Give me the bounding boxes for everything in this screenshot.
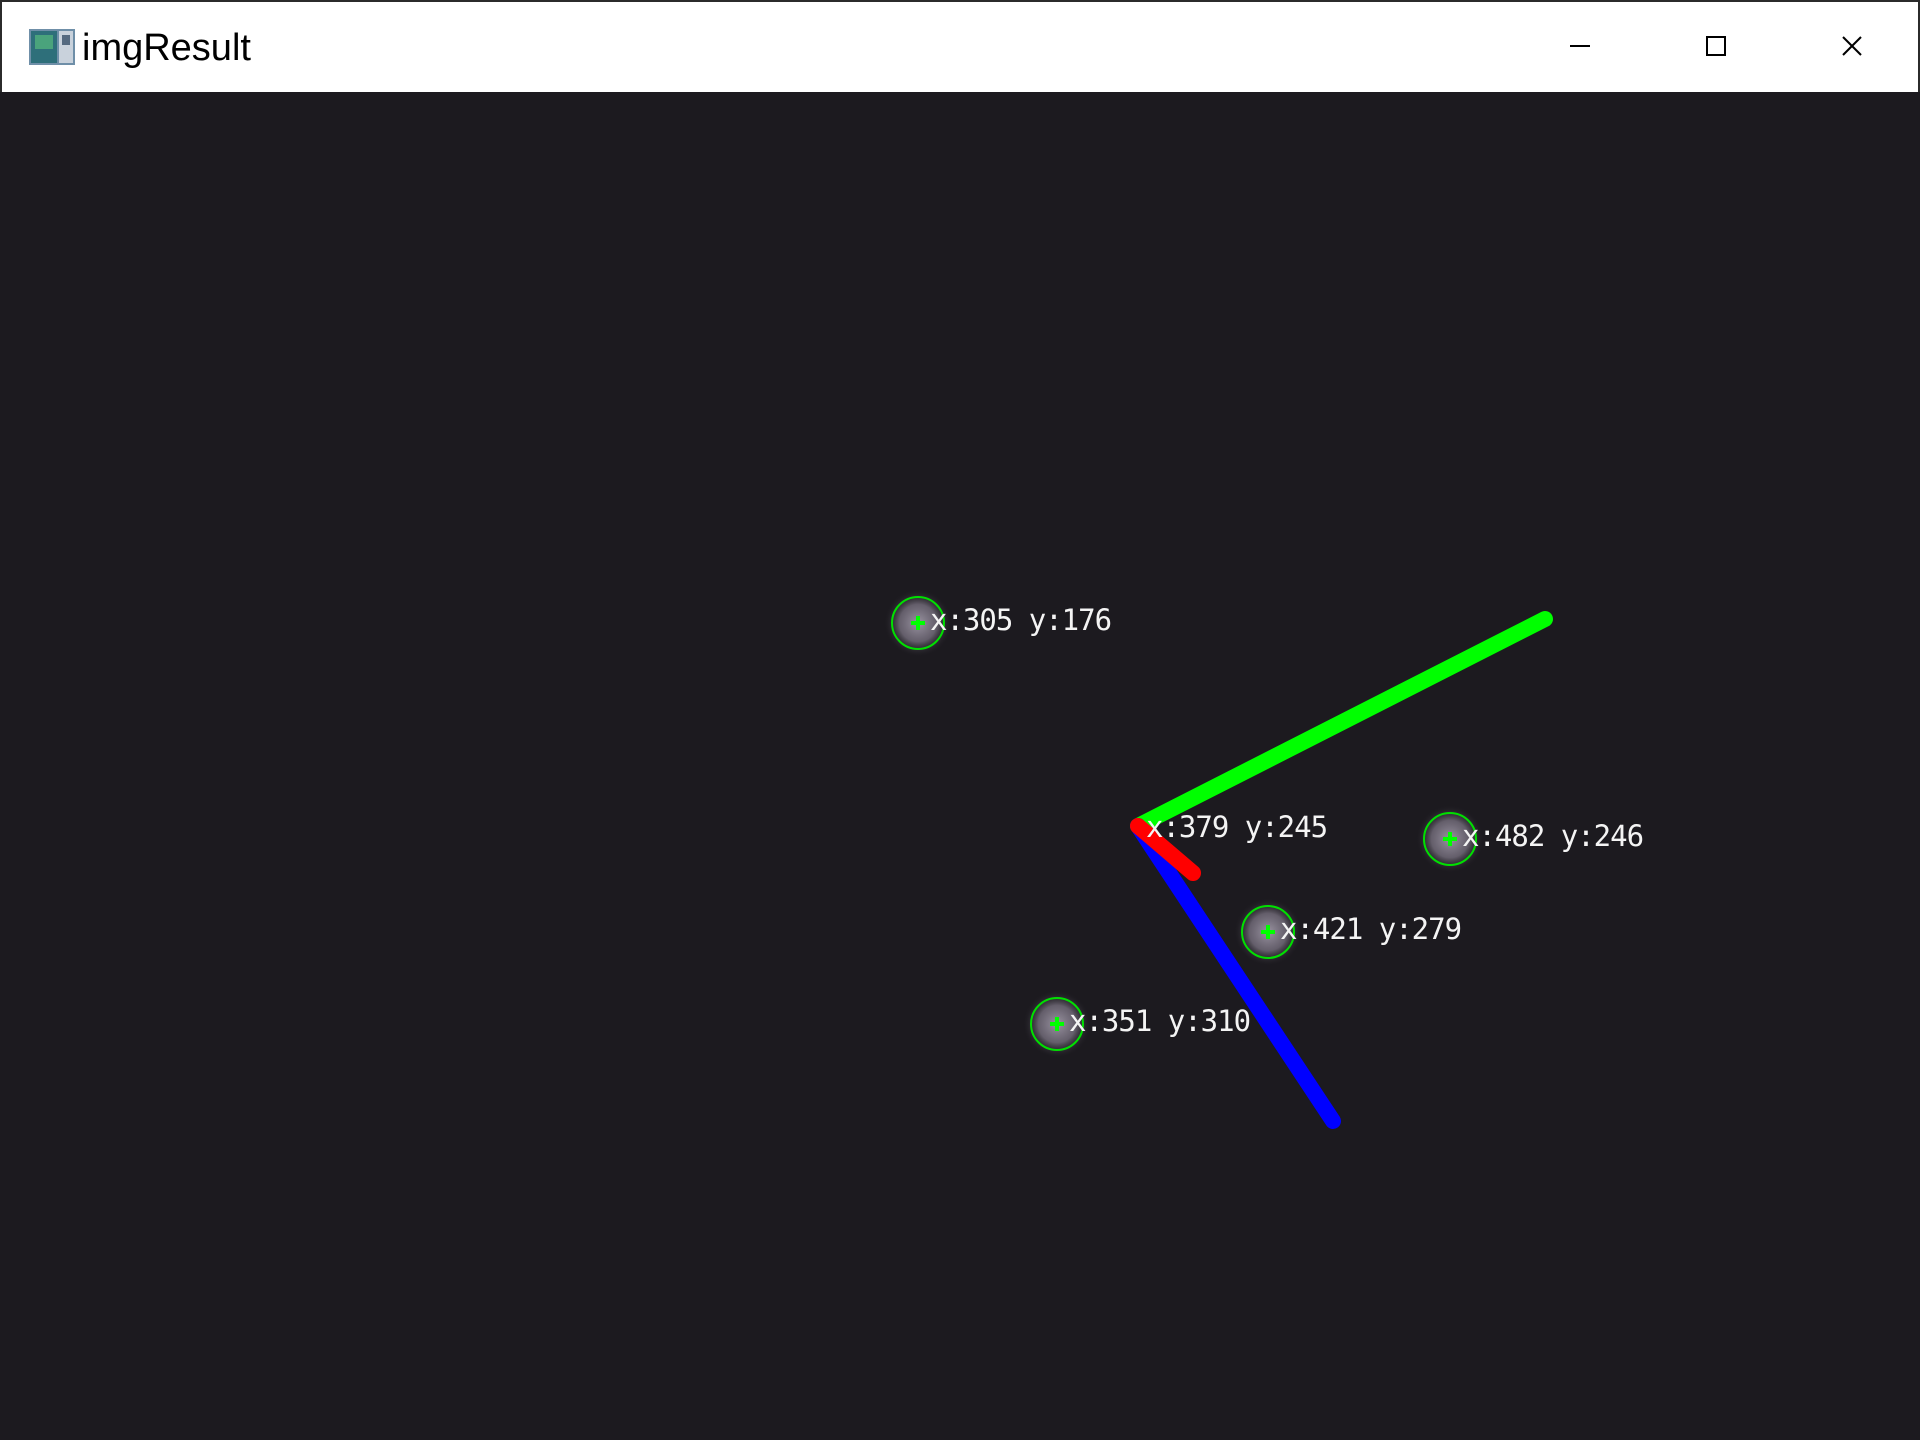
point-label: x:305 y:176 <box>930 603 1111 637</box>
z-axis-line <box>1130 818 1341 1129</box>
point-label: x:351 y:310 <box>1069 1004 1250 1038</box>
result-image-overlay: x:305 y:176 x:379 y:245 x:482 y:246 x:42… <box>884 589 1644 1129</box>
detected-point: x:305 y:176 <box>884 589 1112 657</box>
detected-point: x:482 y:246 <box>1416 805 1644 873</box>
window-title: imgResult <box>82 27 251 69</box>
detected-point: x:351 y:310 <box>1023 990 1251 1058</box>
detected-point: x:421 y:279 <box>1234 898 1462 966</box>
maximize-button[interactable] <box>1648 4 1784 92</box>
result-image-canvas: x:305 y:176 x:379 y:245 x:482 y:246 x:42… <box>0 92 1920 1440</box>
point-label: x:379 y:245 <box>1146 810 1327 844</box>
point-label: x:421 y:279 <box>1280 912 1461 946</box>
close-button[interactable] <box>1784 4 1920 92</box>
close-icon <box>1840 34 1864 62</box>
minimize-icon <box>1568 34 1592 62</box>
minimize-button[interactable] <box>1512 4 1648 92</box>
app-icon <box>29 29 75 65</box>
detected-point: x:379 y:245 <box>1146 810 1328 844</box>
y-axis-line <box>1130 611 1553 834</box>
title-bar[interactable]: imgResult <box>0 0 1920 92</box>
maximize-icon <box>1704 34 1728 62</box>
image-window: imgResult x:305 y:176 x:379 y:245 x:482 … <box>0 0 1920 1440</box>
point-label: x:482 y:246 <box>1462 819 1643 853</box>
